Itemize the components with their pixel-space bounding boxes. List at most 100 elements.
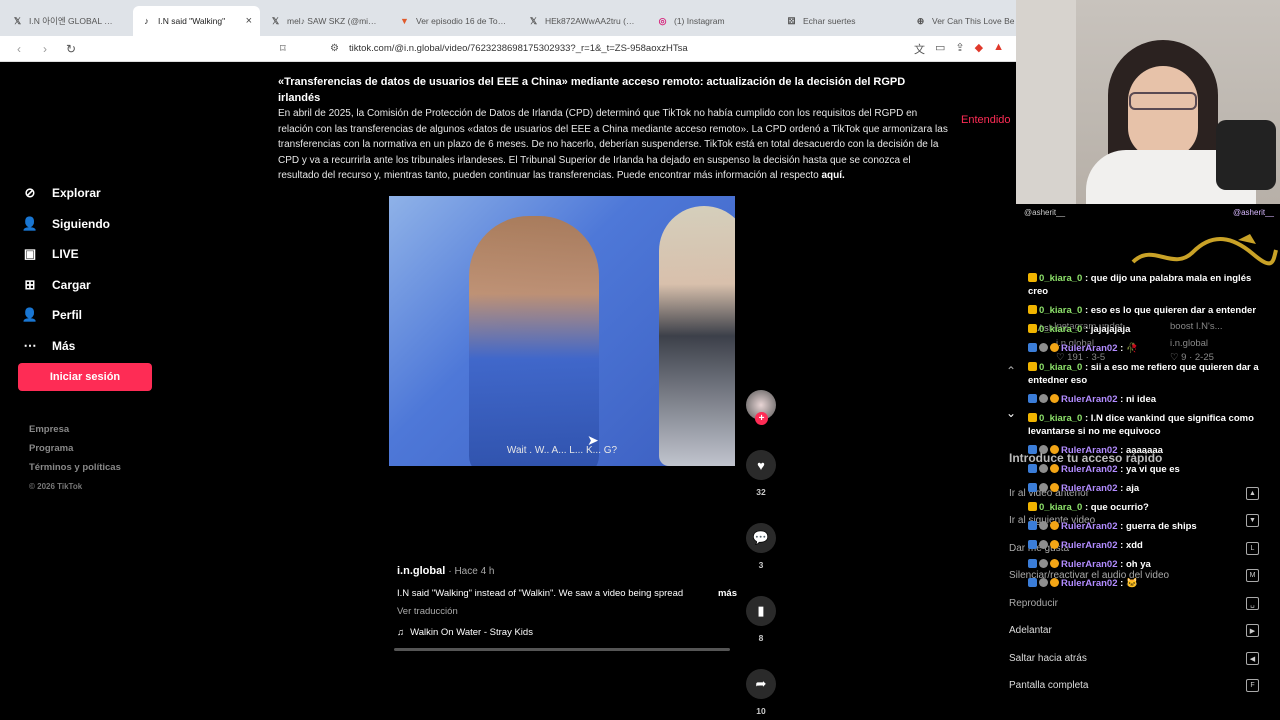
browser-tab[interactable]: 𝕏 HEk872AWwAA2tru (1836 — [520, 6, 647, 36]
dragon-decoration-icon — [1131, 234, 1278, 266]
translate-icon[interactable]: 文 — [914, 41, 925, 57]
shortcut-key: F — [1246, 679, 1259, 692]
chat-username: RulerAran02 — [1061, 559, 1118, 570]
shortcut-row: Reproducir ␣ — [1009, 597, 1259, 610]
login-button[interactable]: Iniciar sesión — [18, 363, 152, 391]
chat-badge-icon — [1028, 578, 1037, 587]
tab-label: Ver Can This Love Be Tran — [932, 16, 1026, 26]
sidebar-item[interactable]: ▣ LIVE — [18, 239, 158, 270]
browser-tab[interactable]: ◎ (1) Instagram — [649, 6, 776, 36]
sidebar-item-label: Perfil — [52, 308, 83, 323]
like-button[interactable]: ♥ — [746, 450, 776, 480]
post-time: · Hace 4 h — [448, 566, 495, 577]
tab-label: (1) Instagram — [674, 16, 725, 26]
video-player[interactable]: Wait . W.. A... L... K... G? — [389, 196, 735, 466]
author-avatar[interactable]: + — [746, 390, 776, 425]
sidebar-item[interactable]: ⊘ Explorar — [18, 178, 158, 209]
chat-message: RulerAran02 : aaaaaaa — [1028, 444, 1270, 457]
sidebar-item-label: Siguiendo — [52, 216, 110, 231]
video-progress-bar[interactable] — [394, 648, 730, 651]
more-button[interactable]: más — [718, 588, 737, 599]
scroll-down-icon[interactable]: ⌄ — [1003, 406, 1019, 422]
notice-link[interactable]: aquí. — [821, 170, 844, 181]
webcam-glasses — [1129, 92, 1197, 110]
reload-icon[interactable]: ↻ — [64, 42, 78, 56]
video-person-left — [469, 216, 599, 466]
browser-tab[interactable]: 𝕏mel♪ SAW SKZ (@minsun — [262, 6, 389, 36]
dismiss-notice-button[interactable]: Entendido — [961, 114, 1011, 126]
chat-badge-icon — [1039, 559, 1048, 568]
chat-badge-icon — [1028, 394, 1037, 403]
shortcut-label: Adelantar — [1009, 625, 1052, 636]
video-description: I.N said "Walking" instead of "Walkin". … — [397, 588, 684, 599]
author-name[interactable]: i.n.global — [397, 565, 445, 577]
chat-badge-icon — [1050, 483, 1059, 492]
chat-badge-icon — [1039, 343, 1048, 352]
sidebar-item[interactable]: ⋯ Más — [18, 331, 158, 362]
chat-message: RulerAran02 : 🐱 — [1028, 577, 1270, 590]
chat-badge-icon — [1028, 483, 1037, 492]
address-bar[interactable]: ⌑ ⚙ tiktok.com/@i.n.global/video/7623238… — [90, 42, 902, 55]
chat-message: 0_kiara_0 : que ocurrio? — [1028, 501, 1270, 514]
close-tab-icon[interactable]: × — [246, 15, 252, 27]
shortcut-label: Pantalla completa — [1009, 680, 1089, 691]
browser-tab[interactable]: ⊕ Ver Can This Love Be Tran — [907, 6, 1034, 36]
save-button[interactable]: ▮ — [746, 596, 776, 626]
chat-username: RulerAran02 — [1061, 464, 1118, 475]
sidebar-item[interactable]: 👤 Siguiendo — [18, 209, 158, 240]
bookmark-icon[interactable]: ⌑ — [280, 42, 286, 55]
chat-badge-icon — [1028, 324, 1037, 333]
bookmark-icon: ▮ — [757, 603, 765, 618]
chat-message: 0_kiara_0 : I.N dice wankind que signifi… — [1028, 412, 1270, 438]
browser-tab[interactable]: ⚄ Echar suertes — [778, 6, 905, 36]
copyright: © 2026 TikTok — [29, 482, 83, 491]
music-title[interactable]: Walkin On Water - Stray Kids — [410, 627, 533, 638]
chat-badge-icon — [1028, 362, 1037, 371]
chat-username: 0_kiara_0 — [1039, 305, 1083, 316]
notice-body: En abril de 2025, la Comisión de Protecc… — [278, 108, 948, 181]
url-text[interactable]: tiktok.com/@i.n.global/video/76232386981… — [349, 43, 688, 54]
x-icon: 𝕏 — [271, 15, 280, 26]
browser-toolbar: ‹ › ↻ ⌑ ⚙ tiktok.com/@i.n.global/video/7… — [0, 36, 1016, 62]
forward-icon[interactable]: › — [38, 42, 52, 56]
follow-plus-icon[interactable]: + — [755, 412, 768, 425]
scroll-up-icon[interactable]: ⌃ — [1003, 364, 1019, 380]
chat-badge-icon — [1050, 445, 1059, 454]
footer-link-programa[interactable]: Programa — [29, 439, 121, 458]
webcam-microphone — [1216, 120, 1276, 190]
footer-link-empresa[interactable]: Empresa — [29, 420, 121, 439]
profile-icon: 👤 — [21, 307, 39, 323]
chat-username: RulerAran02 — [1061, 394, 1118, 405]
translate-link[interactable]: Ver traducción — [397, 606, 737, 617]
chat-username: 0_kiara_0 — [1039, 502, 1083, 513]
chat-badge-icon — [1050, 343, 1059, 352]
rewards-icon[interactable]: ▲ — [993, 41, 1004, 57]
back-icon[interactable]: ‹ — [12, 42, 26, 56]
share-icon[interactable]: ⇪ — [955, 41, 964, 57]
browser-tab[interactable]: ♪ I.N said "Walking" × — [133, 6, 260, 36]
sidebar-item[interactable]: ⊞ Cargar — [18, 270, 158, 301]
brave-shield-icon[interactable]: ◆ — [975, 41, 983, 57]
sidebar-item-label: LIVE — [52, 247, 79, 262]
browser-tab[interactable]: ▼ Ver episodio 16 de Toujin — [391, 6, 518, 36]
comment-button[interactable]: 💬 — [746, 523, 776, 553]
chat-text: : que ocurrio? — [1084, 502, 1149, 513]
instagram-icon: ◎ — [658, 15, 667, 26]
notice-title: «Transferencias de datos de usuarios del… — [278, 76, 906, 104]
chat-text: : oh ya — [1120, 559, 1151, 570]
browser-tab[interactable]: 𝕏 I.N 아이엔 GLOBAL 🌷 en — [4, 6, 131, 36]
compass-icon: ⊘ — [24, 185, 36, 201]
video-actions: + ♥ 32 💬 3 ▮ 8 ➦ 10 — [744, 390, 778, 716]
chat-message: RulerAran02 : oh ya — [1028, 558, 1270, 571]
chat-username: 0_kiara_0 — [1039, 362, 1083, 373]
footer-link-terms[interactable]: Términos y políticas — [29, 458, 121, 477]
chat-username: RulerAran02 — [1061, 540, 1118, 551]
live-icon: ▣ — [23, 246, 37, 262]
overlay-handle-left: @asherit__ — [1024, 208, 1066, 217]
sidebar-item[interactable]: 👤 Perfil — [18, 300, 158, 331]
site-info-icon[interactable]: ⚙ — [330, 43, 339, 54]
share-arrow-icon: ➦ — [755, 676, 767, 691]
share-button[interactable]: ➦ — [746, 669, 776, 699]
sidebar-nav: ⊘ Explorar 👤 Siguiendo ▣ LIVE ⊞ Cargar 👤 Perfil ⋯ M… — [18, 178, 158, 361]
cast-icon[interactable]: ▭ — [935, 41, 945, 57]
